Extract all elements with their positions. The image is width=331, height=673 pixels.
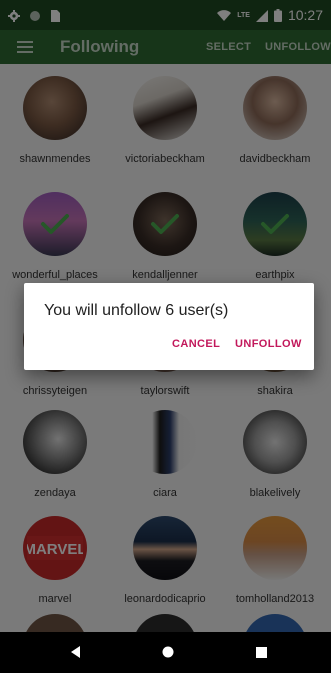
phone-screen: LTE 10:27 Following SELECT UNFOLLOW shaw… [0, 0, 331, 673]
confirm-dialog: You will unfollow 6 user(s) CANCEL UNFOL… [24, 283, 314, 370]
home-icon[interactable] [160, 644, 176, 660]
back-icon[interactable] [68, 644, 84, 660]
unfollow-button[interactable]: UNFOLLOW [235, 338, 302, 350]
navigation-bar [0, 632, 331, 673]
recents-icon[interactable] [253, 644, 269, 660]
cancel-button[interactable]: CANCEL [172, 338, 220, 350]
dialog-message: You will unfollow 6 user(s) [44, 302, 229, 319]
